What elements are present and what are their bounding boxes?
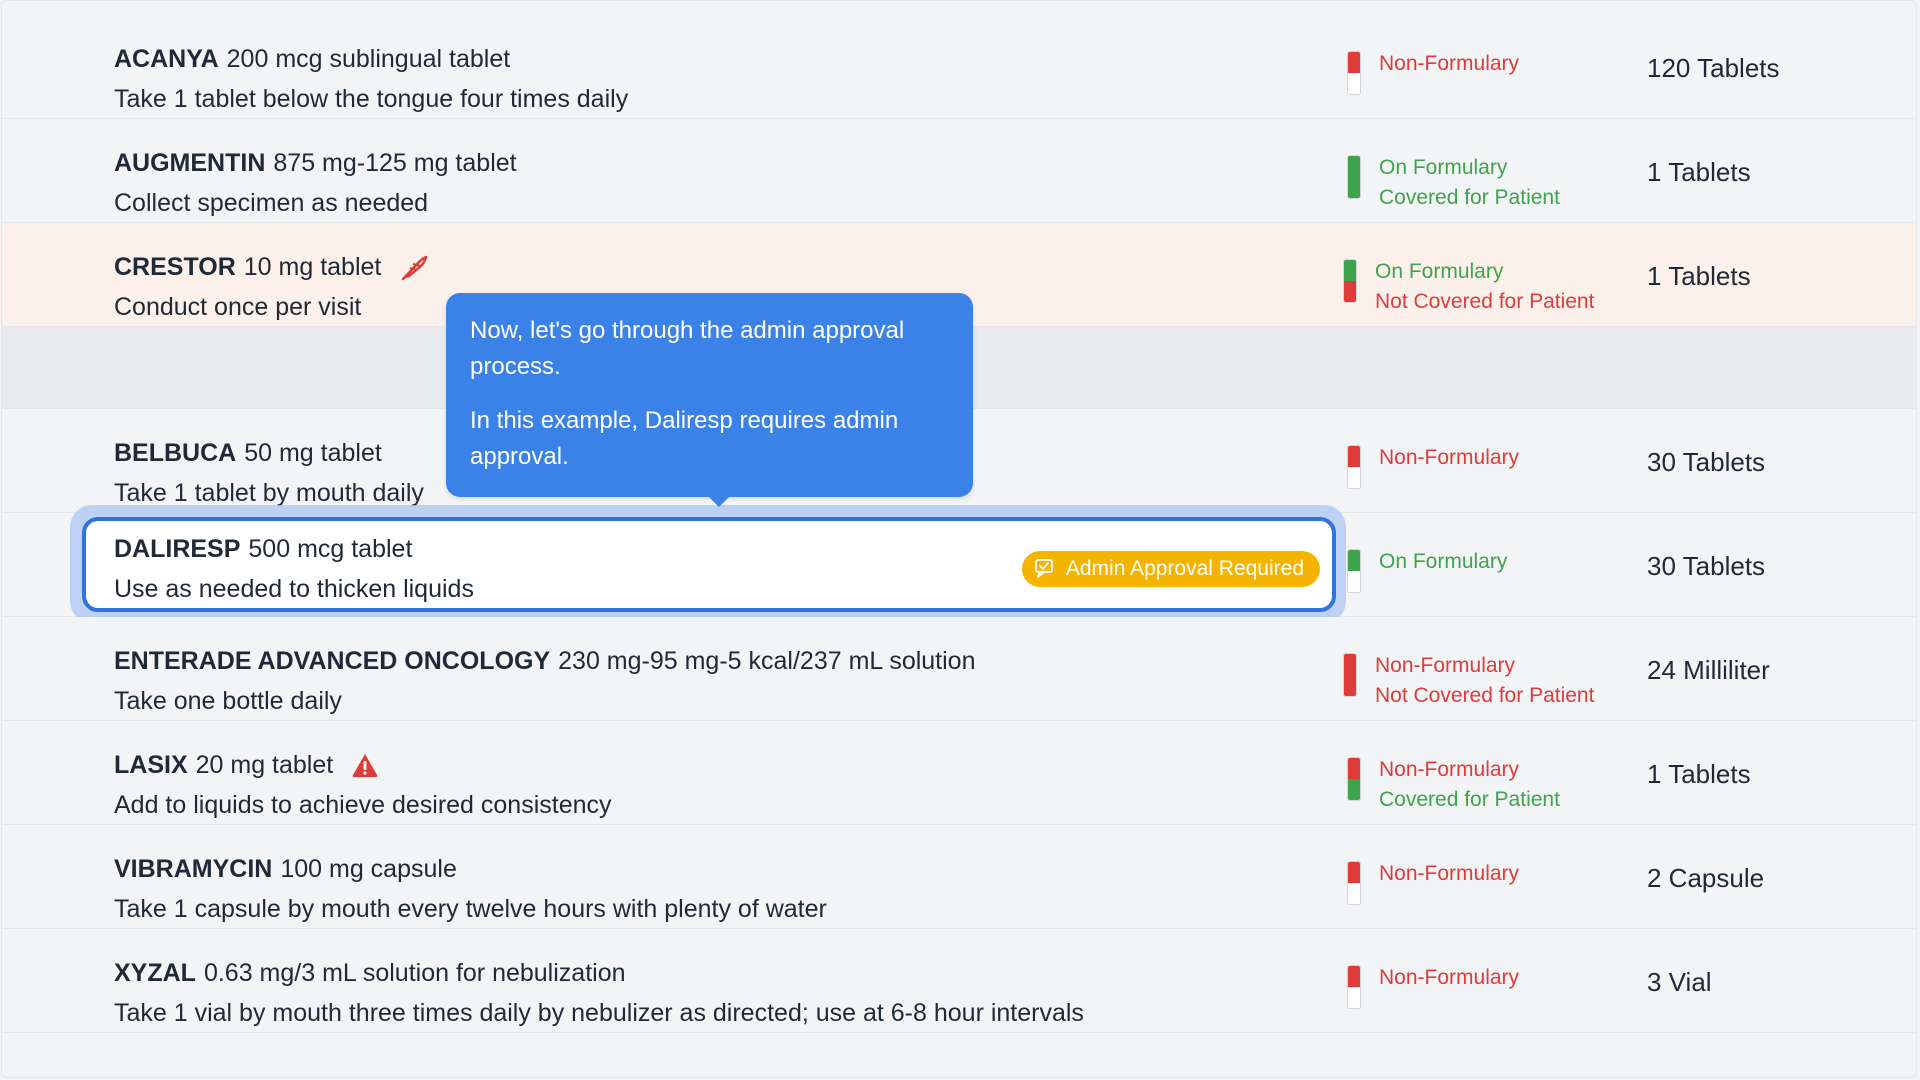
medication-instructions: Take 1 tablet below the tongue four time… [114, 85, 629, 113]
formulary-status-text: Non-Formulary [1379, 966, 1520, 989]
medication-info: XYZAL 0.63 mg/3 mL solution for nebulizat… [114, 957, 1084, 1029]
warning-triangle-icon[interactable] [351, 752, 379, 778]
formulary-status-indicator [1343, 653, 1357, 697]
quantity: 1 Tablets [1647, 759, 1751, 789]
formulary-status-indicator [1347, 445, 1361, 489]
formulary-status-text: On Formulary [1379, 156, 1508, 179]
medication-info: DALIRESP 500 mcg tablet Use as needed to … [114, 533, 474, 605]
medication-row-lasix[interactable]: LASIX 20 mg tablet Add to liquids to ach… [2, 721, 1916, 825]
medication-dose: 500 mcg tablet [248, 535, 413, 563]
medication-dose: 0.63 mg/3 mL solution for nebulization [203, 959, 626, 987]
medication-dose: 10 mg tablet [243, 253, 382, 281]
formulary-status-text: Non-Formulary [1379, 862, 1520, 885]
quantity: 120 Tablets [1647, 53, 1780, 83]
medication-instructions: Collect specimen as needed [114, 189, 429, 217]
tooltip-paragraph: In this example, Daliresp requires admin… [470, 407, 899, 470]
medication-row-vibramycin[interactable]: VIBRAMYCIN 100 mg capsule Take 1 capsule … [2, 825, 1916, 929]
quantity: 1 Tablets [1647, 261, 1751, 291]
formulary-status-indicator [1347, 549, 1361, 593]
tooltip-paragraph: Now, let's go through the admin approval… [470, 317, 905, 380]
formulary-status: Non-Formulary [1347, 963, 1519, 1009]
formulary-status: Non-Formulary Covered for Patient [1347, 755, 1560, 815]
formulary-status-indicator [1347, 965, 1361, 1009]
medication-instructions: Take one bottle daily [114, 687, 342, 715]
walkthrough-tooltip[interactable]: Now, let's go through the admin approval… [446, 293, 973, 507]
formulary-status-text: On Formulary [1375, 260, 1504, 283]
medication-name: LASIX [114, 751, 188, 779]
formulary-status: On Formulary [1347, 547, 1507, 593]
tooltip-arrow [709, 497, 729, 507]
medication-info: BELBUCA 50 mg tablet Take 1 tablet by mou… [114, 437, 424, 509]
medication-instructions: Take 1 vial by mouth three times daily b… [114, 999, 1084, 1027]
medication-name: CRESTOR [114, 253, 236, 281]
formulary-status: Non-Formulary [1347, 859, 1519, 905]
medication-info: CRESTOR 10 mg tablet Conduct once per vi… [114, 251, 429, 323]
admin-approval-badge-label: Admin Approval Required [1065, 557, 1304, 580]
formulary-status: Non-Formulary [1347, 443, 1519, 489]
formulary-status-indicator [1347, 757, 1361, 801]
medication-dose: 875 mg-125 mg tablet [273, 149, 517, 177]
medication-instructions: Conduct once per visit [114, 293, 362, 321]
quantity: 1 Tablets [1647, 157, 1751, 187]
daliresp-highlighted-card[interactable]: DALIRESP 500 mcg tablet Use as needed to … [82, 517, 1336, 612]
medication-instructions: Add to liquids to achieve desired consis… [114, 791, 612, 819]
formulary-status-text: On Formulary [1379, 550, 1508, 573]
formulary-status-indicator [1347, 155, 1361, 199]
formulary-status-text: Non-Formulary [1379, 52, 1520, 75]
medication-name: ENTERADE ADVANCED ONCOLOGY [114, 647, 551, 675]
medication-info: ACANYA 200 mcg sublingual tablet Take 1 t… [114, 43, 628, 115]
formulary-status: Non-Formulary Not Covered for Patient [1343, 651, 1594, 711]
formulary-status: On Formulary Not Covered for Patient [1343, 257, 1594, 317]
medication-dose: 20 mg tablet [195, 751, 334, 779]
medication-name: VIBRAMYCIN [114, 855, 273, 883]
medication-row-augmentin[interactable]: AUGMENTIN 875 mg-125 mg tablet Collect sp… [2, 119, 1916, 223]
medication-name: ACANYA [114, 45, 219, 73]
formulary-status-text: Non-Formulary [1379, 758, 1520, 781]
coverage-status-text: Covered for Patient [1379, 788, 1560, 811]
medication-instructions: Use as needed to thicken liquids [114, 575, 474, 603]
medication-name: AUGMENTIN [114, 149, 266, 177]
medication-info: LASIX 20 mg tablet Add to liquids to ach… [114, 749, 612, 821]
coverage-status-text: Not Covered for Patient [1375, 290, 1595, 313]
quantity: 24 Milliliter [1647, 655, 1770, 685]
formulary-status: Non-Formulary [1347, 49, 1519, 95]
formulary-status-indicator [1347, 51, 1361, 95]
medication-dose: 230 mg-95 mg-5 kcal/237 mL solution [558, 647, 976, 675]
medication-dose: 200 mcg sublingual tablet [226, 45, 511, 73]
coverage-status-text: Not Covered for Patient [1375, 684, 1595, 707]
quantity: 3 Vial [1647, 967, 1712, 997]
quantity: 30 Tablets [1647, 551, 1766, 581]
quantity: 30 Tablets [1647, 447, 1766, 477]
medication-row-enterade[interactable]: ENTERADE ADVANCED ONCOLOGY 230 mg-95 mg-5… [2, 617, 1916, 721]
medication-info: AUGMENTIN 875 mg-125 mg tablet Collect sp… [114, 147, 517, 219]
medication-row-acanya[interactable]: ACANYA 200 mcg sublingual tablet Take 1 t… [2, 15, 1916, 119]
feather-signature-icon[interactable] [399, 252, 429, 282]
medication-info: VIBRAMYCIN 100 mg capsule Take 1 capsule … [114, 853, 827, 925]
medication-name: XYZAL [114, 959, 196, 987]
medication-instructions: Take 1 capsule by mouth every twelve hou… [114, 895, 827, 923]
formulary-status: On Formulary Covered for Patient [1347, 153, 1560, 213]
medication-name: BELBUCA [114, 439, 237, 467]
medication-dose: 50 mg tablet [244, 439, 382, 467]
coverage-status-text: Covered for Patient [1379, 186, 1560, 209]
approval-chat-icon [1034, 559, 1053, 578]
formulary-status-indicator [1347, 861, 1361, 905]
medication-name: DALIRESP [114, 535, 241, 563]
quantity: 2 Capsule [1647, 863, 1765, 893]
formulary-status-text: Non-Formulary [1379, 446, 1520, 469]
formulary-status-text: Non-Formulary [1375, 654, 1516, 677]
medication-row-xyzal[interactable]: XYZAL 0.63 mg/3 mL solution for nebulizat… [2, 929, 1916, 1033]
admin-approval-badge[interactable]: Admin Approval Required [1021, 551, 1320, 587]
medication-list-panel: ACANYA 200 mcg sublingual tablet Take 1 t… [1, 0, 1917, 1078]
top-strip [2, 1, 1916, 16]
medication-info: ENTERADE ADVANCED ONCOLOGY 230 mg-95 mg-5… [114, 645, 976, 717]
formulary-status-indicator [1343, 259, 1357, 303]
medication-dose: 100 mg capsule [280, 855, 457, 883]
